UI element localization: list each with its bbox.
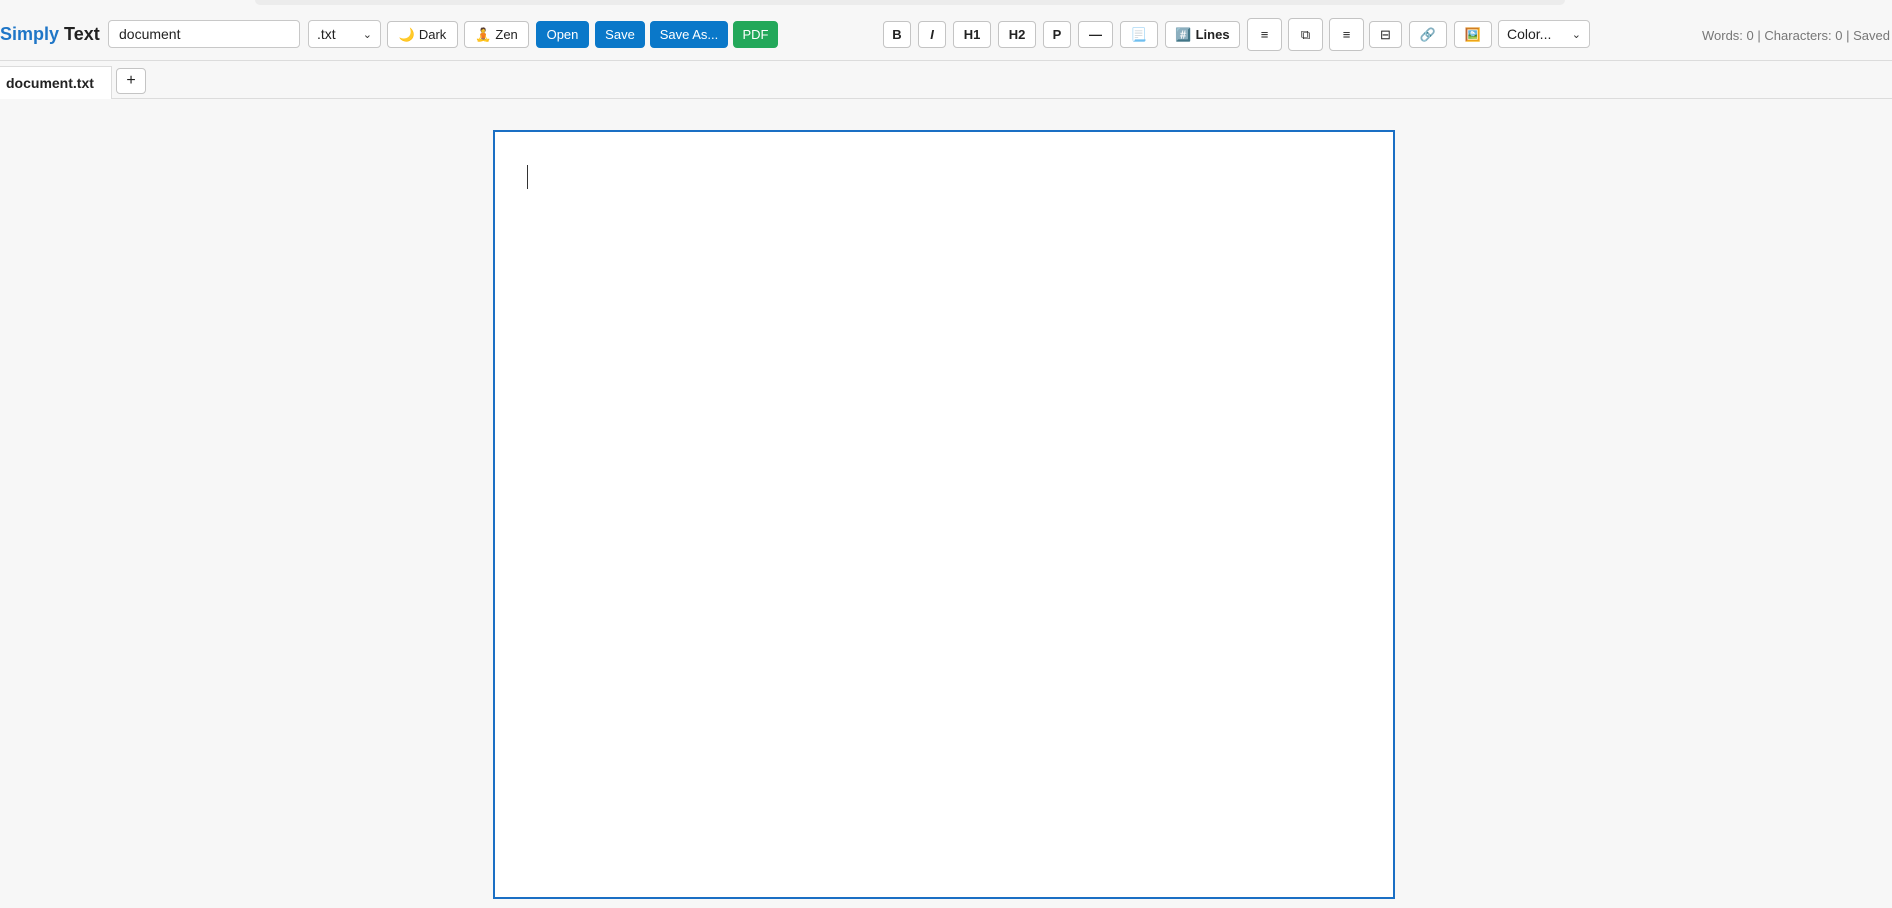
dark-label: Dark [418,27,447,42]
extension-select[interactable]: .txt ⌄ [308,20,381,48]
hash-icon: #️⃣ [1175,26,1192,42]
color-select[interactable]: Color... ⌄ [1498,20,1590,48]
editor-area[interactable] [493,130,1395,899]
browser-top-edge [255,0,1565,5]
chevron-down-icon: ⌄ [1571,28,1581,41]
brand-simply: Simply [0,24,60,44]
new-tab-button[interactable]: + [116,68,146,94]
save-state: Saved [1853,28,1890,43]
image-icon: 🖼️ [1464,26,1482,42]
main-toolbar: Simply Text .txt ⌄ 🌙 Dark 🧘 Zen Open Sav… [0,14,1892,55]
separator: | [1757,28,1761,43]
words-label: Words: [1701,28,1743,43]
brand-text: Text [64,24,100,44]
char-count: 0 [1835,28,1843,43]
table-button[interactable]: ⊟ [1369,21,1402,48]
zen-mode-button[interactable]: 🧘 Zen [464,21,529,48]
line-numbers-button[interactable]: #️⃣ Lines [1165,21,1240,48]
word-count: 0 [1746,28,1754,43]
color-selected: Color... [1507,26,1552,42]
open-button[interactable]: Open [536,21,589,48]
status-bar: Words: 0 | Characters: 0 | Saved [1702,28,1890,43]
text-caret [527,165,528,189]
meditation-icon: 🧘 [475,26,492,42]
save-as-button[interactable]: Save As... [650,21,728,48]
chars-label: Characters: [1764,28,1832,43]
paragraph-button[interactable]: P [1043,21,1071,48]
page-break-button[interactable]: 📃 [1120,21,1158,48]
align-center-button[interactable]: ≡ [1329,18,1364,51]
align-center-icon: ≡ [1342,27,1351,42]
separator: | [1846,28,1850,43]
align-left-icon: ≡ [1260,27,1269,42]
align-left-button[interactable]: ≡ [1247,18,1282,51]
dark-mode-button[interactable]: 🌙 Dark [387,21,458,48]
tab-label: document.txt [6,75,94,91]
italic-button[interactable]: I [918,21,946,48]
page-icon: 📃 [1130,26,1148,42]
bold-button[interactable]: B [883,21,911,48]
copy-button[interactable]: ⧉ [1288,18,1323,51]
h1-button[interactable]: H1 [953,21,991,48]
copy-icon: ⧉ [1300,26,1311,42]
save-button[interactable]: Save [595,21,645,48]
tabbar-divider [0,98,1892,99]
filename-input[interactable] [108,20,300,48]
link-icon: 🔗 [1419,26,1437,42]
toolbar-divider [0,60,1892,61]
app-brand: Simply Text [0,24,100,45]
table-icon: ⊟ [1380,26,1391,42]
chevron-down-icon: ⌄ [362,28,372,41]
zen-label: Zen [495,27,518,42]
pdf-button[interactable]: PDF [733,21,778,48]
extension-selected: .txt [317,26,336,42]
insert-link-button[interactable]: 🔗 [1409,21,1447,48]
insert-image-button[interactable]: 🖼️ [1454,21,1492,48]
lines-label: Lines [1195,27,1230,42]
horizontal-rule-button[interactable]: — [1078,21,1113,48]
h2-button[interactable]: H2 [998,21,1036,48]
moon-icon: 🌙 [398,26,415,42]
tab-document[interactable]: document.txt [0,66,112,99]
